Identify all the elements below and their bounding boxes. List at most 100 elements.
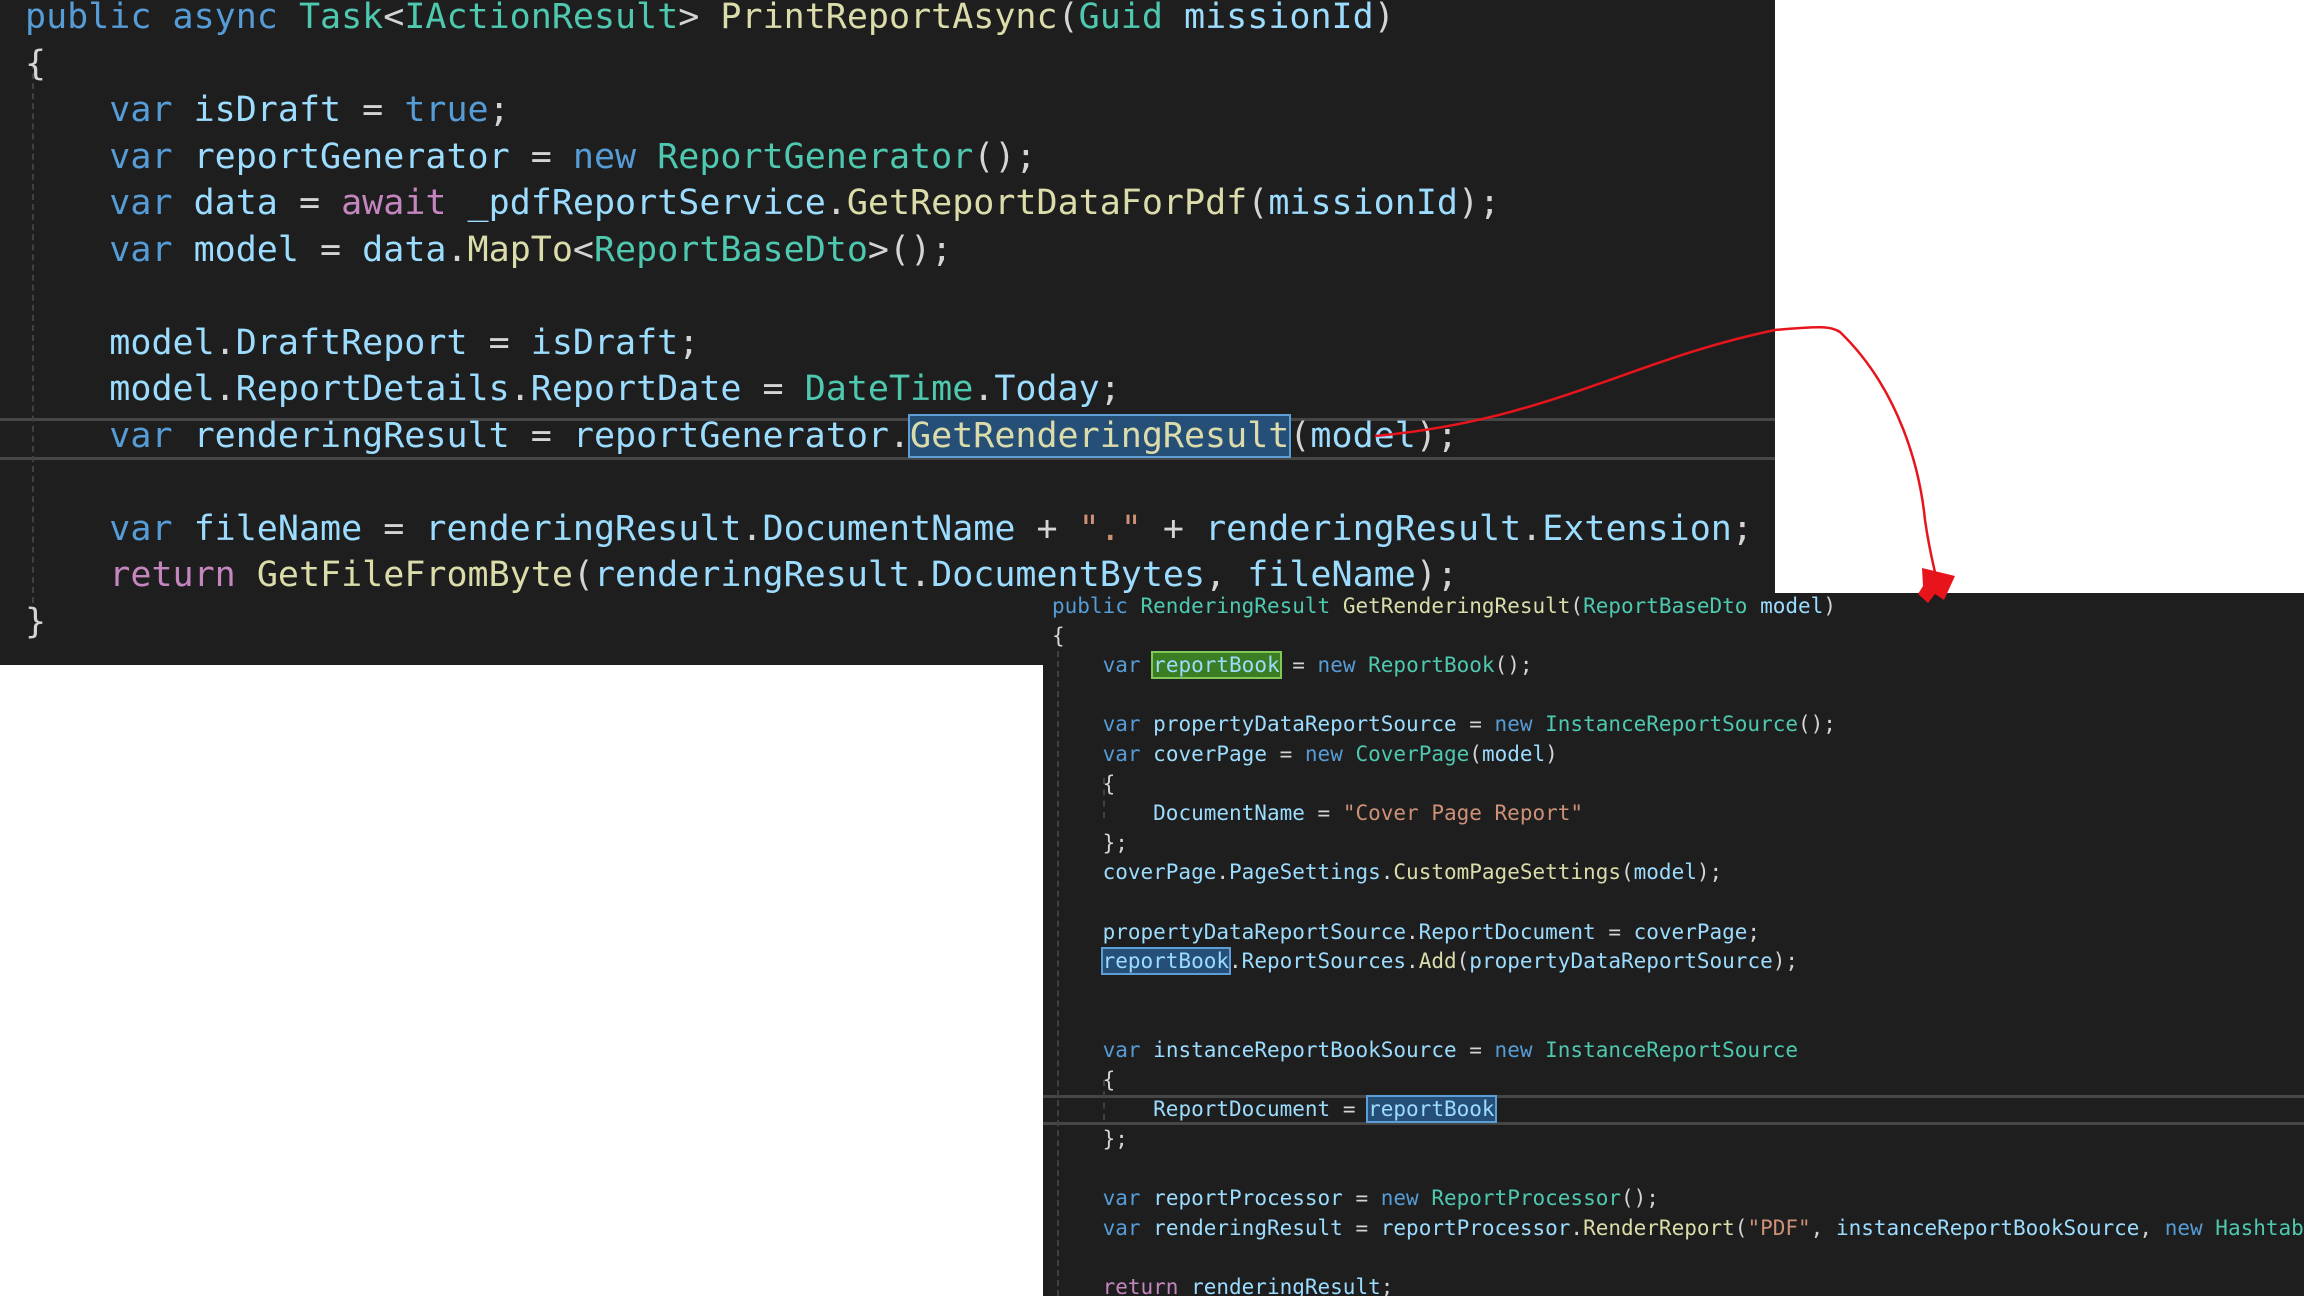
code-token: . (214, 322, 236, 363)
code-token: (); (973, 136, 1037, 177)
code-token: = (1304, 801, 1343, 826)
code-token: renderingResult (425, 508, 742, 549)
code-token: }; (1052, 830, 1128, 855)
code-token: Today (994, 369, 1100, 409)
code-token: new (1494, 712, 1533, 737)
code-token: coverPage (1633, 919, 1748, 944)
code-token: , (1810, 1215, 1836, 1240)
outer-code-panel: public async Task<IActionResult> PrintRe… (0, 0, 1775, 665)
code-token: Add (1418, 949, 1457, 974)
code-token: ); (1415, 415, 1458, 456)
code-line[interactable]: DocumentName = "Cover Page Report" (1052, 798, 1583, 828)
code-token: model (1481, 742, 1546, 766)
code-line[interactable]: var instanceReportBookSource = new Insta… (1052, 1035, 1798, 1065)
code-token: = (509, 136, 573, 177)
code-token: return (109, 555, 236, 595)
code-line[interactable]: var model = data.MapTo<ReportBaseDto>(); (25, 227, 952, 273)
code-line[interactable]: }; (1052, 828, 1128, 858)
code-token: var (109, 415, 173, 456)
code-line[interactable]: { (1052, 621, 1065, 651)
code-token: ; (678, 322, 700, 363)
code-token: reportGenerator (193, 136, 510, 177)
code-line[interactable]: var reportBook = new ReportBook(); (1052, 650, 1533, 680)
code-token: DraftReport (235, 322, 468, 363)
code-line[interactable]: var isDraft = true; (25, 87, 509, 133)
code-token: model (1633, 860, 1697, 885)
code-line[interactable]: var coverPage = new CoverPage(model) (1052, 739, 1558, 769)
code-token: DocumentName (1153, 801, 1305, 826)
code-token: CustomPageSettings (1393, 860, 1621, 885)
code-token: await (341, 183, 447, 223)
code-line[interactable]: var renderingResult = reportProcessor.Re… (1052, 1213, 2304, 1243)
code-token: instanceReportBookSource (1835, 1215, 2140, 1240)
code-line[interactable]: } (25, 599, 46, 645)
code-token: (); (1621, 1186, 1659, 1210)
code-token: RenderReport (1583, 1215, 1735, 1240)
code-token: = (1266, 742, 1305, 766)
code-token: = (298, 229, 363, 270)
code-token: var (1102, 712, 1141, 737)
code-line[interactable]: model.DraftReport = isDraft; (25, 320, 699, 366)
code-line[interactable]: var data = await _pdfReportService.GetRe… (25, 180, 1500, 226)
code-line[interactable]: { (1052, 769, 1116, 799)
code-token: new (1304, 742, 1343, 766)
code-token: , (1205, 555, 1248, 595)
code-line[interactable]: ReportDocument = reportBook (1052, 1094, 1497, 1124)
code-token: = (509, 415, 573, 456)
code-line[interactable]: propertyDataReportSource.ReportDocument … (1052, 917, 1761, 947)
code-token: = (362, 508, 426, 549)
code-line[interactable]: reportBook.ReportSources.Add(propertyDat… (1052, 946, 1798, 976)
code-line[interactable]: public async Task<IActionResult> PrintRe… (25, 0, 1395, 40)
code-token: reportBook (1151, 651, 1282, 680)
code-line[interactable]: coverPage.PageSettings.CustomPageSetting… (1052, 857, 1723, 887)
code-line[interactable]: model.ReportDetails.ReportDate = DateTim… (25, 366, 1120, 412)
code-token: ( (1247, 183, 1269, 223)
code-line[interactable]: public RenderingResult GetRenderingResul… (1052, 593, 1836, 621)
code-token: Guid (1078, 0, 1163, 37)
code-token: = (1279, 653, 1318, 678)
code-line[interactable]: var fileName = renderingResult.DocumentN… (25, 506, 1753, 552)
code-token: isDraft (193, 90, 342, 130)
code-token: { (1052, 1067, 1116, 1092)
code-line[interactable]: { (25, 41, 46, 87)
code-line[interactable]: return GetFileFromByte(renderingResult.D… (25, 552, 1458, 598)
code-token: var (1102, 653, 1141, 678)
code-token: ( (572, 555, 594, 595)
code-line[interactable]: var propertyDataReportSource = new Insta… (1052, 709, 1836, 739)
code-token: var (109, 136, 173, 177)
inner-code-panel: public RenderingResult GetRenderingResul… (1043, 593, 2304, 1296)
code-line[interactable]: var renderingResult = reportGenerator.Ge… (25, 413, 1458, 459)
code-token: DocumentBytes (931, 555, 1206, 595)
code-token: ); (1415, 555, 1458, 595)
code-line[interactable]: var reportProcessor = new ReportProcesso… (1052, 1183, 1659, 1213)
code-line[interactable]: { (1052, 1065, 1116, 1095)
code-token: reportGenerator (572, 415, 889, 456)
code-line[interactable]: var reportGenerator = new ReportGenerato… (25, 134, 1036, 180)
code-line[interactable]: }; (1052, 1124, 1128, 1154)
code-token: "." (1078, 508, 1142, 549)
code-token: = (1456, 712, 1495, 737)
code-token: ; (1731, 508, 1753, 549)
code-token: . (1406, 949, 1419, 974)
code-line[interactable]: return renderingResult; (1052, 1272, 1394, 1296)
code-token: (); (1798, 712, 1836, 737)
code-token: DateTime (804, 369, 974, 409)
